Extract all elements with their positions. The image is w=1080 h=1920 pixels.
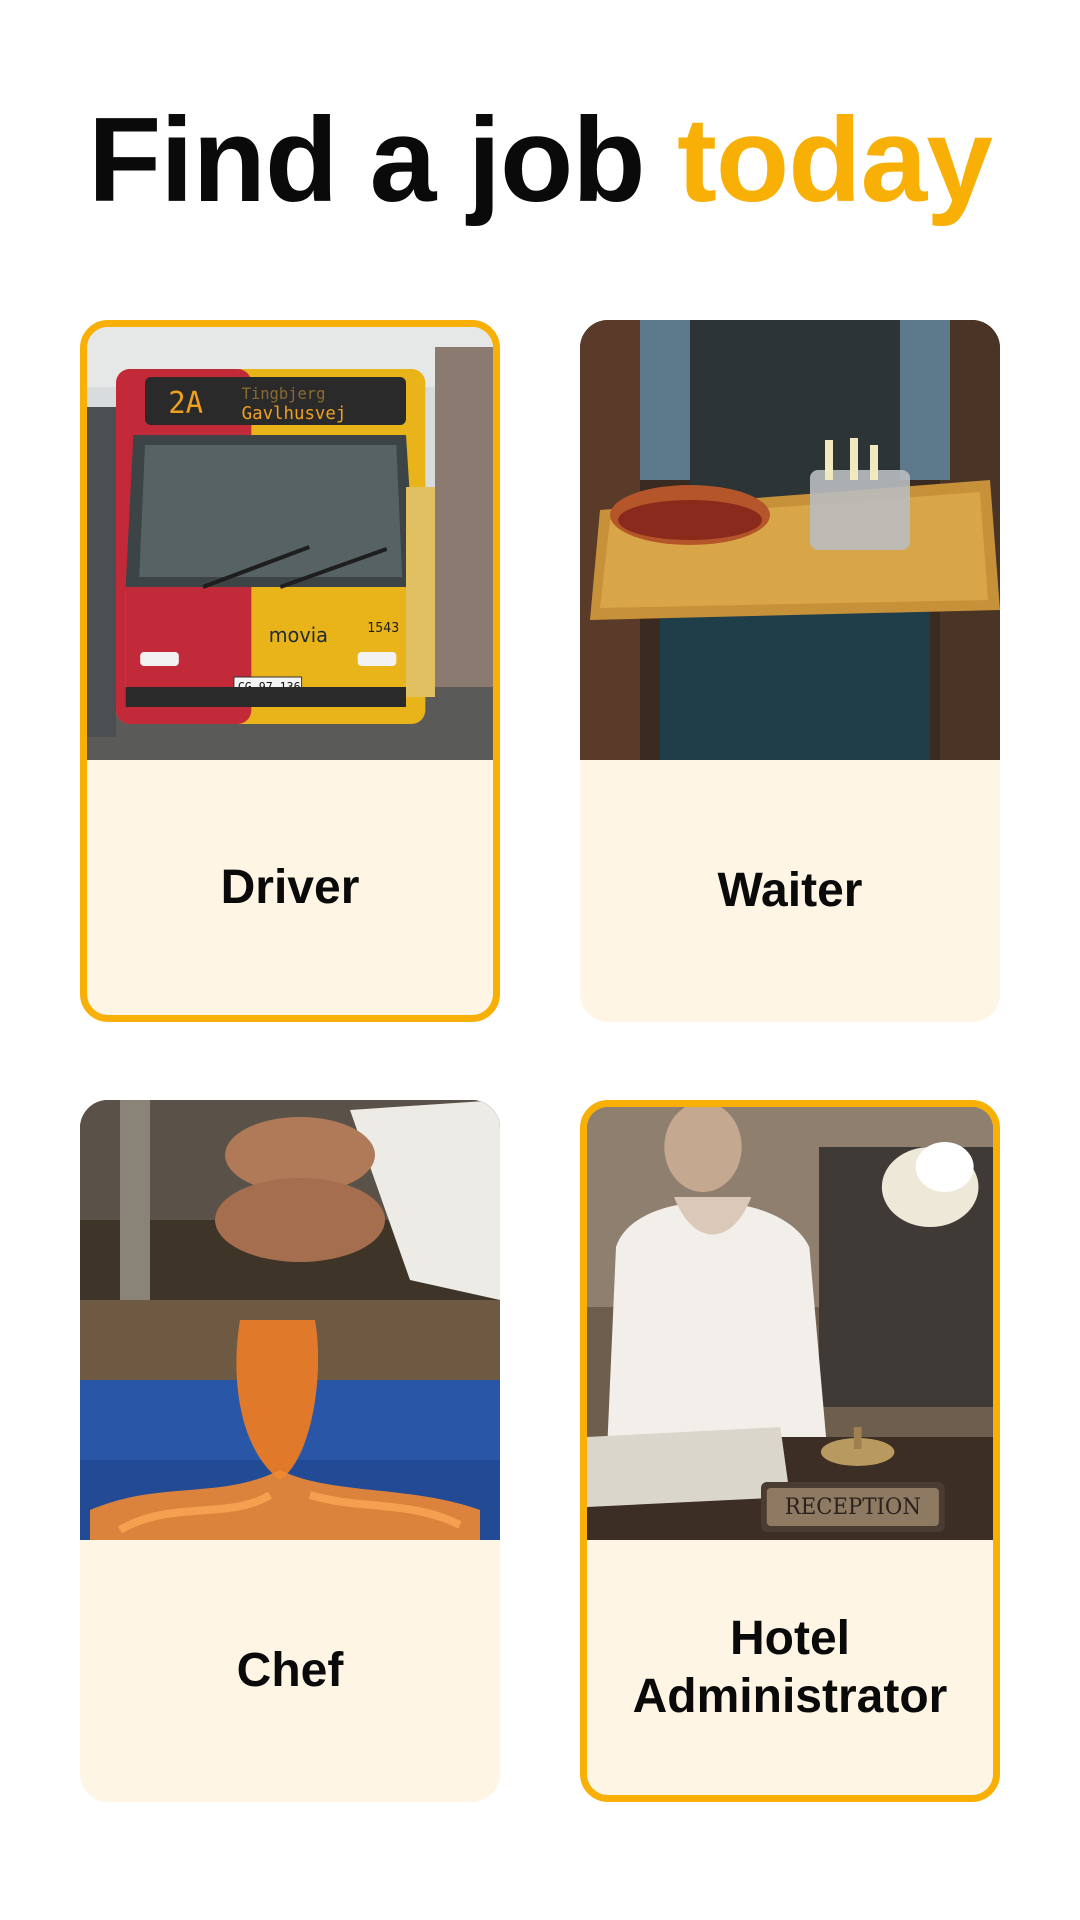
title-main: Find a job [88, 93, 646, 227]
job-card-label-area: Waiter [580, 760, 1000, 1022]
job-card-label: Waiter [717, 864, 863, 918]
bus-destination: Gavlhusvej [242, 404, 347, 424]
job-card-chef[interactable]: Chef [80, 1100, 500, 1802]
job-card-label: Driver [220, 860, 360, 914]
bus-destination-top: Tingbjerg [242, 384, 326, 403]
bus-brand: movia [269, 624, 328, 647]
reception-sign-text: RECEPTION [785, 1495, 921, 1520]
city-bus-photo: 2A Tingbjerg Gavlhusvej movia 1543 CG 97… [87, 327, 493, 760]
job-card-label-area: Driver [87, 760, 493, 1015]
waiter-serving-food-photo [580, 320, 1000, 760]
bus-route: 2A [168, 386, 203, 421]
chef-peeling-carrot-photo [80, 1100, 500, 1540]
job-card-hotel-administrator[interactable]: RECEPTION Hotel Administrator [580, 1100, 1000, 1802]
job-card-label-area: Hotel Administrator [587, 1540, 993, 1795]
job-card-waiter[interactable]: Waiter [580, 320, 1000, 1022]
hotel-reception-photo: RECEPTION [587, 1107, 993, 1540]
job-card-label-area: Chef [80, 1540, 500, 1802]
title-accent: today [676, 93, 993, 227]
job-card-driver[interactable]: 2A Tingbjerg Gavlhusvej movia 1543 CG 97… [80, 320, 500, 1022]
bus-fleet-number: 1543 [367, 621, 399, 636]
page-title: Find a job today [0, 100, 1080, 220]
job-card-label: Hotel Administrator [632, 1611, 948, 1723]
job-card-label: Chef [236, 1644, 344, 1698]
